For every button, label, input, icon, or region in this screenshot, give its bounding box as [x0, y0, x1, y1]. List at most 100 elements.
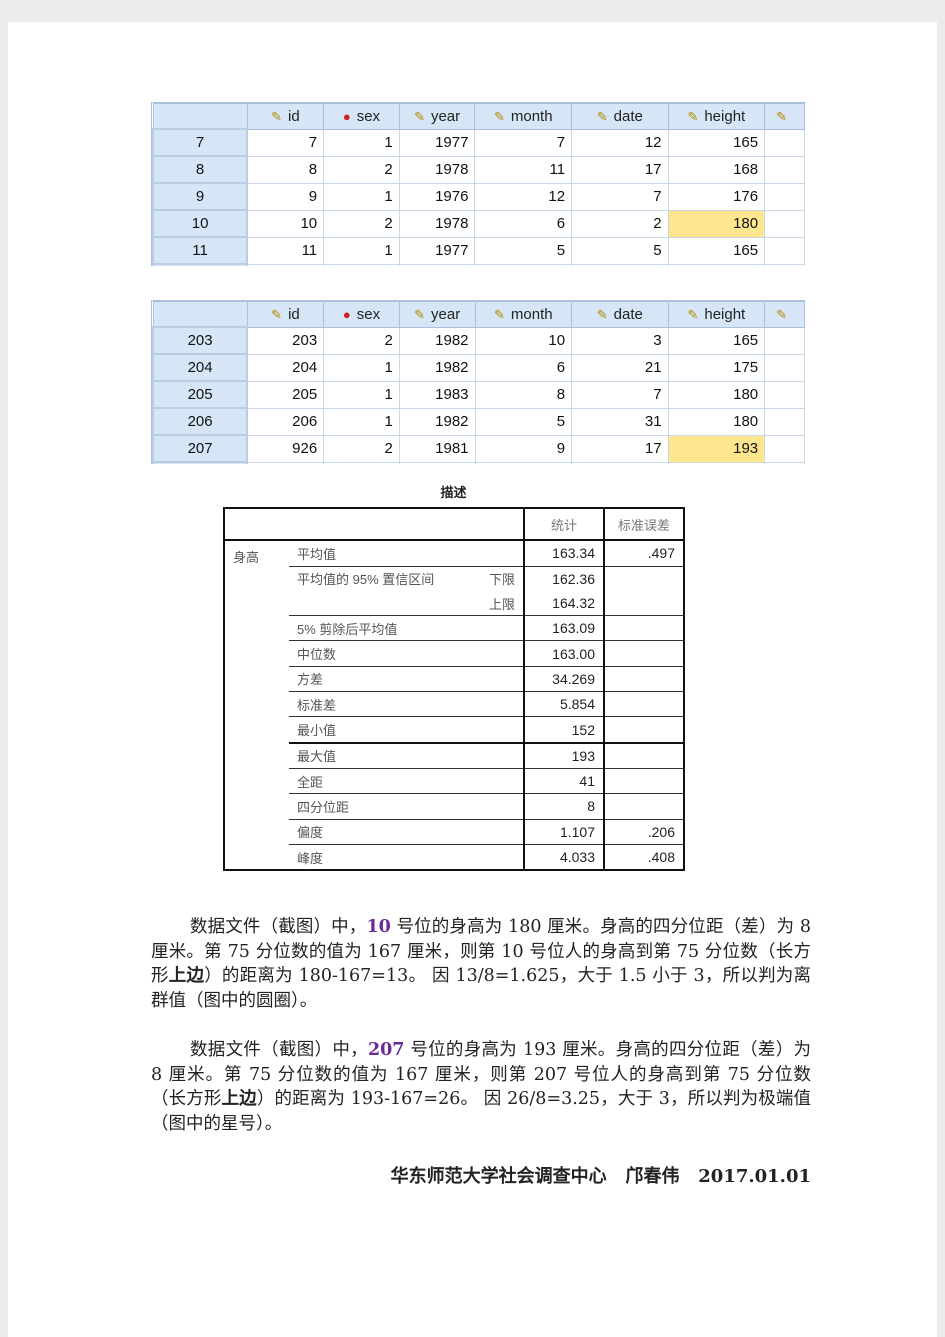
column-header-date[interactable]: ✎ date [571, 301, 669, 328]
cell-year[interactable]: 1976 [398, 182, 476, 211]
case-number[interactable]: 8 [152, 155, 249, 184]
cell-month[interactable]: 10 [474, 326, 573, 355]
column-header-next[interactable]: ✎ [764, 301, 805, 328]
cell-year[interactable]: 1978 [398, 155, 476, 184]
column-header-date[interactable]: ✎ date [571, 103, 669, 130]
cell-month[interactable]: 9 [474, 434, 573, 463]
cell-date[interactable]: 31 [571, 407, 669, 436]
column-header-id[interactable]: ✎ id [246, 301, 325, 328]
cell-height[interactable]: 180 [667, 407, 766, 436]
cell-empty [571, 263, 669, 266]
cell-height[interactable]: 168 [667, 155, 766, 184]
cell-empty[interactable] [764, 128, 805, 157]
cell-empty[interactable] [764, 209, 805, 238]
cell-empty[interactable] [764, 353, 805, 382]
column-header-month[interactable]: ✎ month [474, 103, 573, 130]
cell-date[interactable]: 12 [571, 128, 669, 157]
column-header-sex[interactable]: ● sex [323, 301, 400, 328]
cell-date[interactable]: 21 [571, 353, 669, 382]
cell-empty[interactable] [764, 182, 805, 211]
cell-month[interactable]: 6 [474, 353, 573, 382]
column-header-id[interactable]: ✎ id [246, 103, 325, 130]
cell-empty[interactable] [764, 407, 805, 436]
cell-year[interactable]: 1982 [398, 407, 476, 436]
cell-year[interactable]: 1977 [398, 128, 476, 157]
cell-sex[interactable]: 1 [323, 236, 400, 265]
cell-date[interactable]: 7 [571, 380, 669, 409]
cell-date[interactable]: 17 [571, 155, 669, 184]
case-number[interactable]: 204 [152, 353, 249, 382]
cell-date[interactable]: 7 [571, 182, 669, 211]
cell-sex[interactable]: 1 [323, 380, 400, 409]
cell-height[interactable]: 180 [667, 380, 766, 409]
cell-date[interactable]: 3 [571, 326, 669, 355]
cell-month[interactable]: 6 [474, 209, 573, 238]
cell-year[interactable]: 1981 [398, 434, 476, 463]
cell-id[interactable]: 204 [246, 353, 325, 382]
case-number[interactable]: 203 [152, 326, 249, 355]
column-header-height[interactable]: ✎ height [667, 301, 766, 328]
cell-empty [571, 461, 669, 464]
cell-empty[interactable] [764, 380, 805, 409]
cell-sex[interactable]: 1 [323, 407, 400, 436]
cell-id[interactable]: 9 [246, 182, 325, 211]
case-number[interactable]: 7 [152, 128, 249, 157]
case-number[interactable]: 205 [152, 380, 249, 409]
case-number[interactable]: 207 [152, 434, 249, 463]
cell-sex[interactable]: 2 [323, 434, 400, 463]
cell-sex[interactable]: 2 [323, 326, 400, 355]
cell-id[interactable]: 203 [246, 326, 325, 355]
cell-height[interactable]: 176 [667, 182, 766, 211]
cell-empty[interactable] [764, 155, 805, 184]
cell-id[interactable]: 926 [246, 434, 325, 463]
cell-date[interactable]: 17 [571, 434, 669, 463]
cell-height[interactable]: 193 [667, 434, 766, 463]
cell-height[interactable]: 175 [667, 353, 766, 382]
cell-month[interactable]: 7 [474, 128, 573, 157]
case-number[interactable]: 11 [152, 236, 249, 265]
case-number[interactable]: 9 [152, 182, 249, 211]
cell-empty[interactable] [764, 434, 805, 463]
cell-id[interactable]: 8 [246, 155, 325, 184]
cell-sex[interactable]: 1 [323, 353, 400, 382]
column-header-height[interactable]: ✎ height [667, 103, 766, 130]
column-header-sex[interactable]: ● sex [323, 103, 400, 130]
cell-empty[interactable] [764, 236, 805, 265]
cell-year[interactable]: 1982 [398, 353, 476, 382]
cell-month[interactable]: 8 [474, 380, 573, 409]
cell-sex[interactable]: 2 [323, 155, 400, 184]
cell-height[interactable]: 165 [667, 128, 766, 157]
cell-sex[interactable]: 2 [323, 209, 400, 238]
cell-height[interactable]: 180 [667, 209, 766, 238]
cell-id[interactable]: 206 [246, 407, 325, 436]
cell-id[interactable]: 11 [246, 236, 325, 265]
table-row: 8 8 2 1978 11 17 168 [152, 155, 805, 184]
cell-month[interactable]: 12 [474, 182, 573, 211]
cell-empty[interactable] [764, 326, 805, 355]
cell-year[interactable]: 1982 [398, 326, 476, 355]
column-header-year[interactable]: ✎ year [398, 301, 476, 328]
cell-sex[interactable]: 1 [323, 128, 400, 157]
cell-id[interactable]: 7 [246, 128, 325, 157]
case-number[interactable]: 206 [152, 407, 249, 436]
case-number[interactable]: 10 [152, 209, 249, 238]
stat-value: 5.854 [523, 691, 605, 717]
cell-month[interactable]: 5 [474, 236, 573, 265]
cell-year[interactable]: 1983 [398, 380, 476, 409]
cell-height[interactable]: 165 [667, 326, 766, 355]
cell-date[interactable]: 2 [571, 209, 669, 238]
column-header-month[interactable]: ✎ month [474, 301, 573, 328]
cell-month[interactable]: 5 [474, 407, 573, 436]
cell-id[interactable]: 10 [246, 209, 325, 238]
column-header-year[interactable]: ✎ year [398, 103, 476, 130]
cell-date[interactable]: 5 [571, 236, 669, 265]
cell-year[interactable]: 1977 [398, 236, 476, 265]
cell-height[interactable]: 165 [667, 236, 766, 265]
corner-cell[interactable] [152, 301, 248, 328]
column-header-next[interactable]: ✎ [764, 103, 805, 130]
cell-id[interactable]: 205 [246, 380, 325, 409]
cell-sex[interactable]: 1 [323, 182, 400, 211]
corner-cell[interactable] [152, 103, 248, 130]
cell-month[interactable]: 11 [474, 155, 573, 184]
cell-year[interactable]: 1978 [398, 209, 476, 238]
